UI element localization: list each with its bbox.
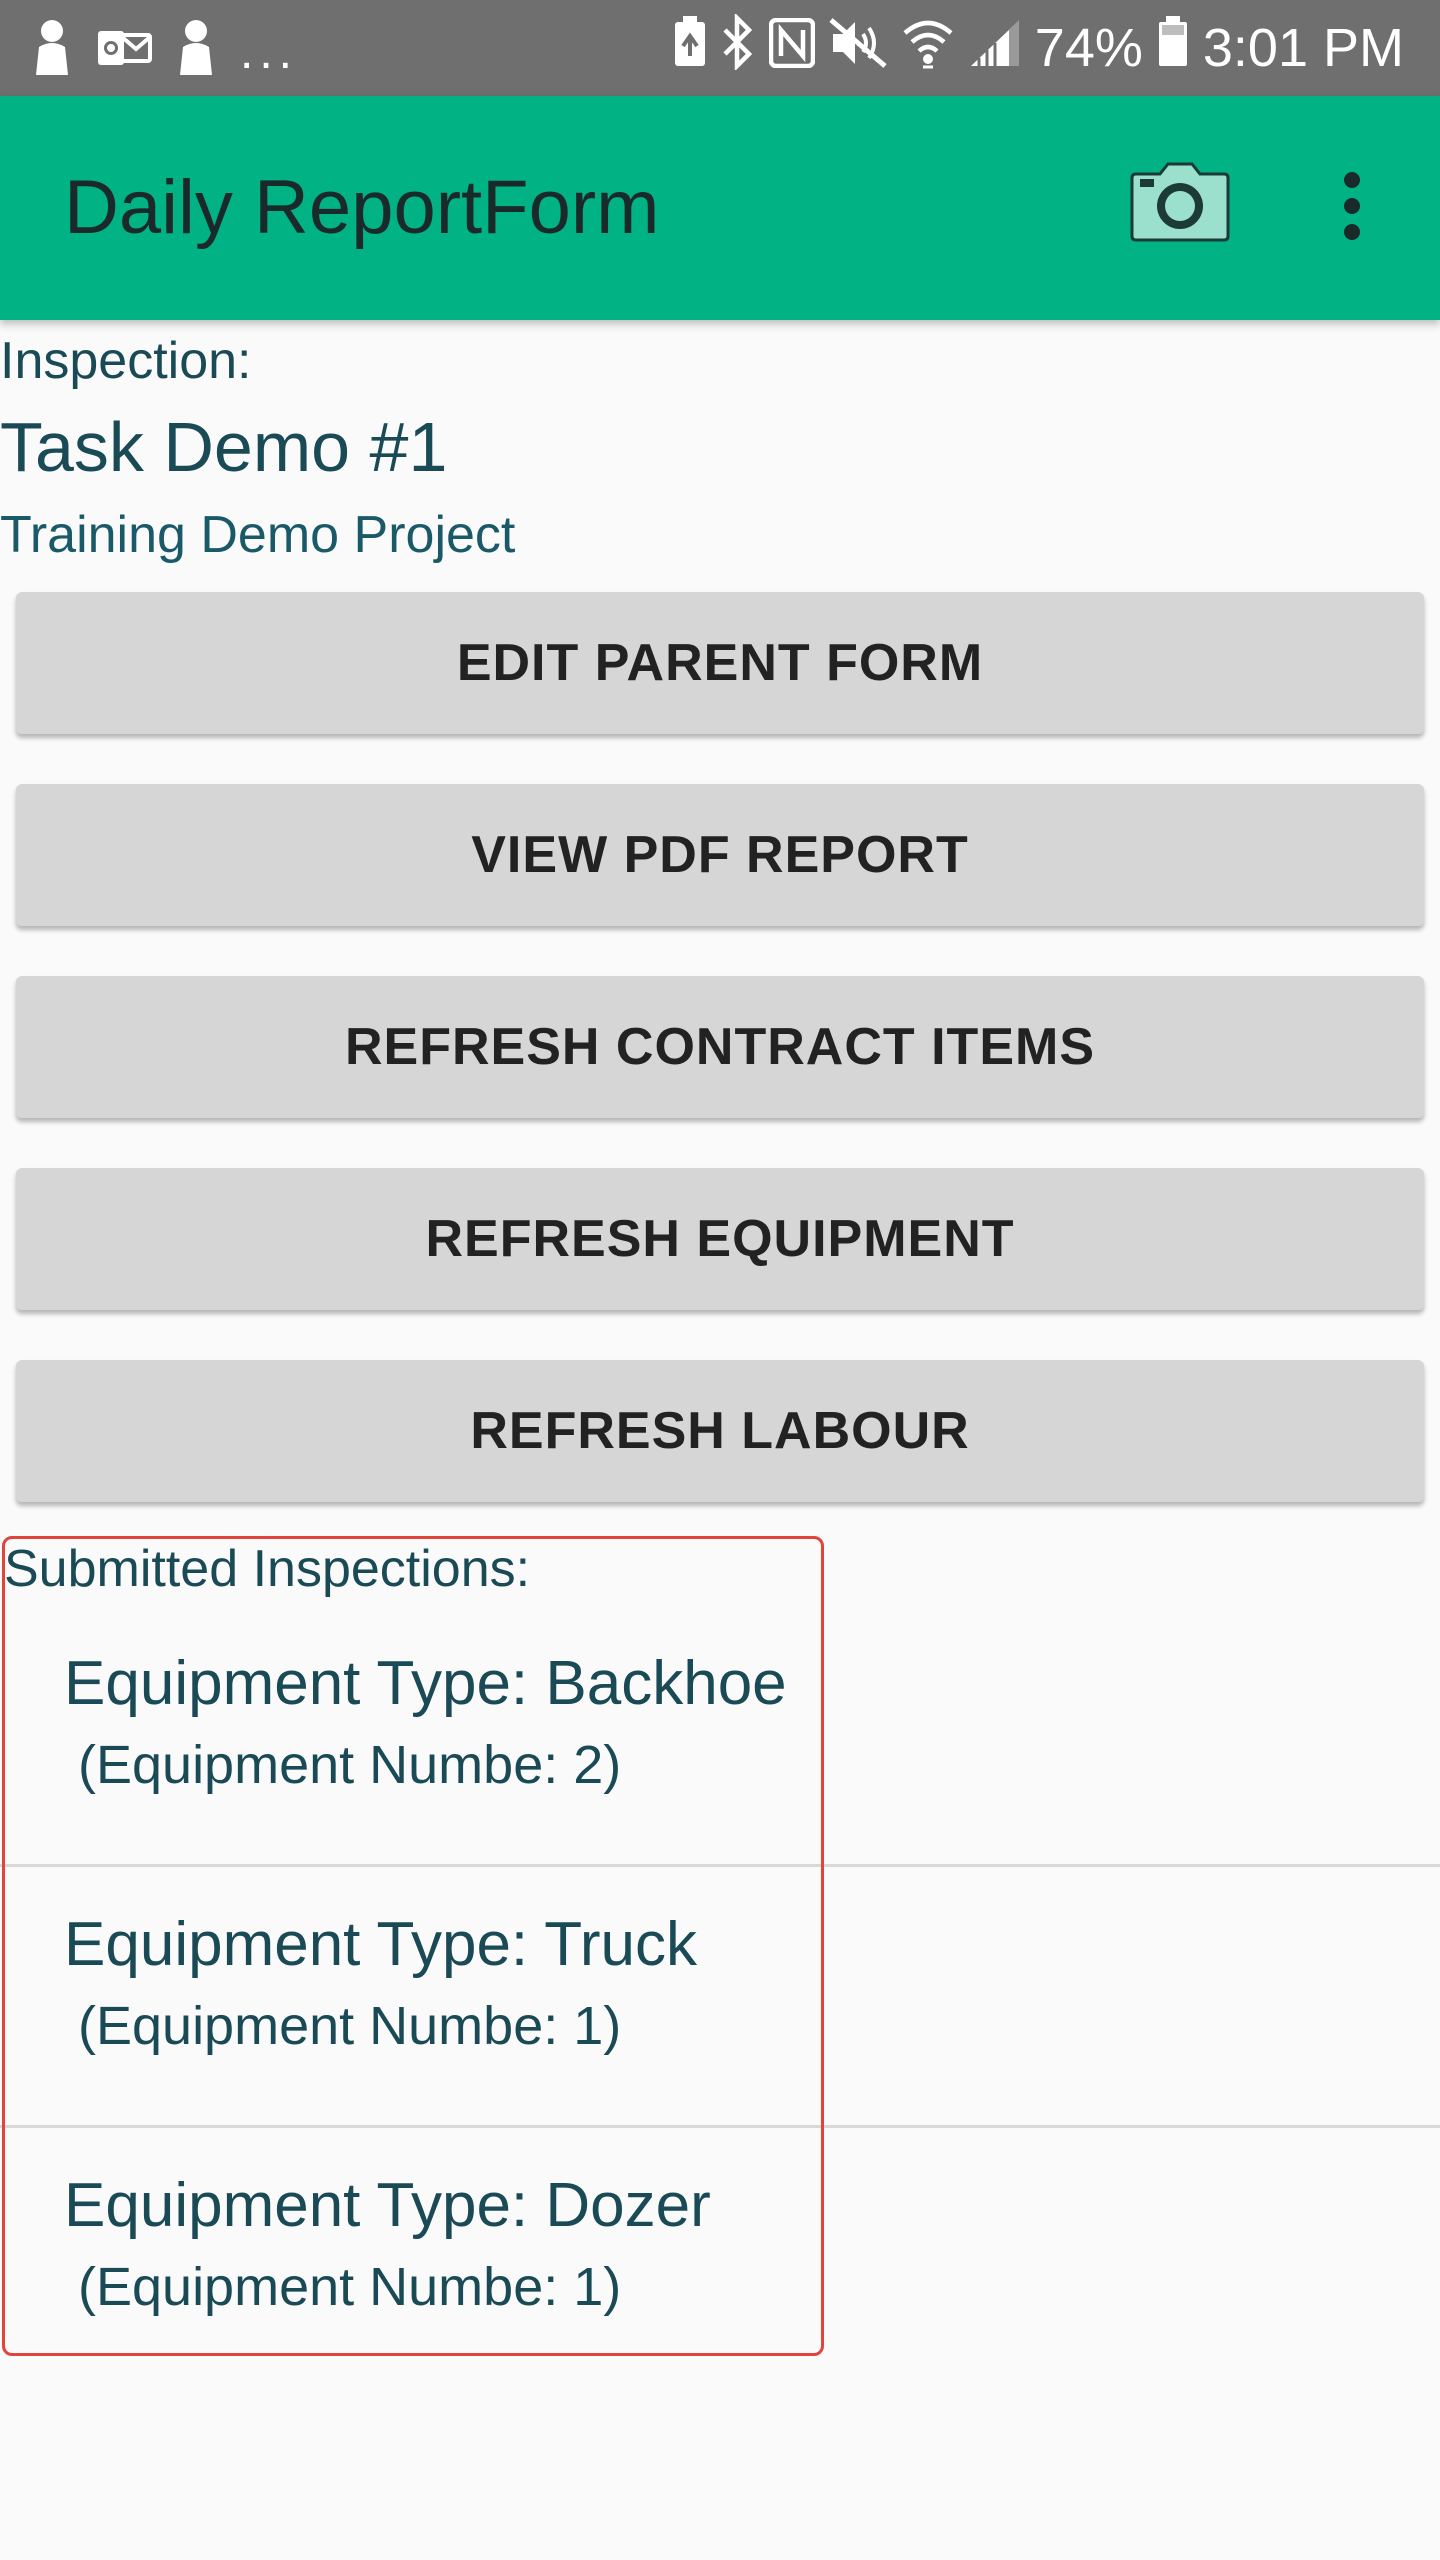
list-item[interactable]: Equipment Type: Truck (Equipment Numbe: … [0,1867,1440,2128]
equipment-type: Equipment Type: Dozer [64,2171,711,2240]
equipment-number: (Equipment Numbe: 1) [78,2257,622,2317]
project-name: Training Demo Project [0,506,516,564]
view-pdf-report-button[interactable]: VIEW PDF REPORT [16,784,1424,926]
mute-icon [829,16,887,81]
battery-saver-icon [673,15,707,81]
edit-parent-form-button[interactable]: EDIT PARENT FORM [16,592,1424,734]
outlook-icon [96,25,152,76]
nfc-icon [768,16,816,81]
status-bar: ... 74% 3:01 PM [0,0,1440,96]
app-title: Daily ReportForm [64,165,660,250]
person-icon [34,19,70,82]
refresh-labour-button[interactable]: REFRESH LABOUR [16,1360,1424,1502]
signal-icon [969,16,1021,81]
task-name: Task Demo #1 [0,408,448,486]
more-notifications: ... [240,26,299,79]
clock: 3:01 PM [1202,18,1404,78]
notification-icons: ... [34,19,299,82]
equipment-number: (Equipment Numbe: 2) [78,1735,622,1795]
submitted-inspections-list: Equipment Type: Backhoe (Equipment Numbe… [0,1606,1440,2386]
person-icon [178,19,214,82]
refresh-contract-items-button[interactable]: REFRESH CONTRACT ITEMS [16,976,1424,1118]
app-bar: Daily ReportForm [0,96,1440,320]
bluetooth-icon [721,12,755,83]
inspection-label: Inspection: [0,332,252,390]
battery-percent: 74% [1034,18,1143,78]
battery-icon [1157,15,1189,81]
camera-icon [1130,162,1230,247]
equipment-type: Equipment Type: Truck [64,1910,697,1979]
refresh-equipment-button[interactable]: REFRESH EQUIPMENT [16,1168,1424,1310]
list-item[interactable]: Equipment Type: Backhoe (Equipment Numbe… [0,1606,1440,1867]
overflow-menu-button[interactable] [1316,160,1388,256]
equipment-number: (Equipment Numbe: 1) [78,1996,622,2056]
camera-button[interactable] [1128,156,1232,252]
submitted-inspections-label: Submitted Inspections: [4,1540,531,1598]
system-icons: 74% 3:01 PM [673,12,1404,83]
equipment-type: Equipment Type: Backhoe [64,1649,787,1718]
more-vert-icon [1340,171,1364,246]
wifi-icon [901,15,955,82]
list-item[interactable]: Equipment Type: Dozer (Equipment Numbe: … [0,2128,1440,2386]
